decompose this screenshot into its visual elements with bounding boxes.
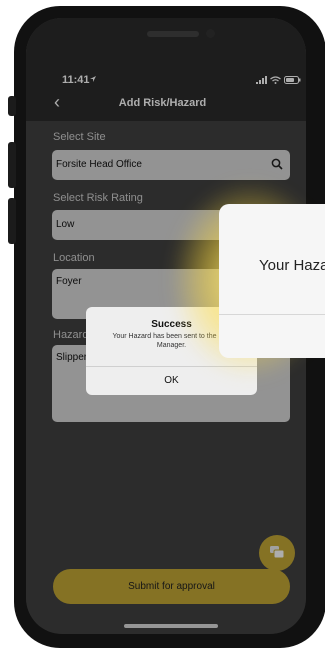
phone-volume-down (8, 198, 16, 244)
zoom-callout-divider (219, 314, 325, 315)
phone-volume-up (8, 142, 16, 188)
zoom-callout: Your Hazard has been sent to the Site Ma… (219, 204, 325, 358)
zoom-callout-text: Your Hazard has been sent to the Site Ma… (259, 257, 325, 274)
